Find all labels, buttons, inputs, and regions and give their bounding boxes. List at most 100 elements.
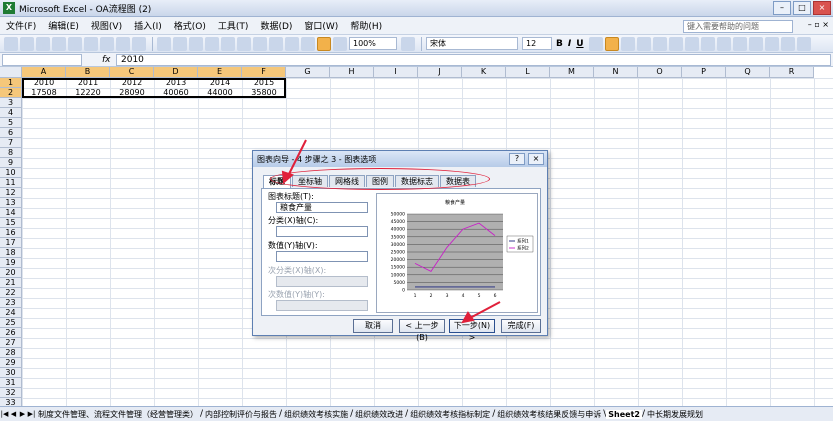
drawing-icon[interactable] [333,36,347,51]
column-header-q[interactable]: Q [726,67,770,78]
column-header-g[interactable]: G [286,67,330,78]
row-header[interactable]: 32 [0,388,22,398]
font-color-icon[interactable] [796,36,811,51]
column-header-r[interactable]: R [770,67,814,78]
sort-desc-icon[interactable] [301,36,315,51]
menu-data[interactable]: 数据(D) [254,19,298,32]
table-cell[interactable]: 17508 [22,88,66,98]
column-header-k[interactable]: K [462,67,506,78]
column-header-o[interactable]: O [638,67,682,78]
menu-view[interactable]: 视图(V) [85,19,128,32]
merge-center-icon[interactable] [636,36,651,51]
menu-help[interactable]: 帮助(H) [344,19,388,32]
align-right-icon[interactable] [620,36,635,51]
row-header[interactable]: 9 [0,158,22,168]
align-left-icon[interactable] [588,36,603,51]
row-header[interactable]: 27 [0,338,22,348]
sheet-tab[interactable]: 组织绩效考核实施 [282,409,350,420]
comma-icon[interactable] [684,36,699,51]
row-header[interactable]: 21 [0,278,22,288]
row-header[interactable]: 18 [0,248,22,258]
table-cell[interactable]: 2011 [66,78,110,88]
table-cell[interactable]: 12220 [66,88,110,98]
menu-tools[interactable]: 工具(T) [212,19,255,32]
redo-icon[interactable] [237,36,251,51]
sheet-tab[interactable]: 内部控制评价与报告 [203,409,279,420]
column-header-p[interactable]: P [682,67,726,78]
row-header[interactable]: 6 [0,128,22,138]
new-icon[interactable] [4,36,18,51]
dialog-close-button[interactable]: × [528,153,544,165]
finish-button[interactable]: 完成(F) [501,319,541,333]
tab-data-table[interactable]: 数据表 [440,175,476,187]
tab-legend[interactable]: 图例 [366,175,394,187]
row-header[interactable]: 19 [0,258,22,268]
increase-decimal-icon[interactable] [700,36,715,51]
minimize-button[interactable]: – [773,1,791,15]
underline-button[interactable]: U [576,39,583,49]
column-header-l[interactable]: L [506,67,550,78]
menu-edit[interactable]: 编辑(E) [42,19,85,32]
row-header[interactable]: 29 [0,358,22,368]
table-cell[interactable]: 44000 [198,88,242,98]
font-select[interactable]: 宋体 [426,37,518,50]
value-y-input[interactable] [276,251,368,262]
row-header[interactable]: 8 [0,148,22,158]
row-header[interactable]: 20 [0,268,22,278]
column-header-i[interactable]: I [374,67,418,78]
row-header[interactable]: 30 [0,368,22,378]
increase-indent-icon[interactable] [748,36,763,51]
font-size-select[interactable]: 12 [522,37,552,50]
menu-file[interactable]: 文件(F) [0,19,42,32]
column-header-h[interactable]: H [330,67,374,78]
row-header[interactable]: 22 [0,288,22,298]
prev-sheet-icon[interactable]: ◀ [9,410,18,418]
chart-wizard-icon[interactable] [317,36,331,51]
percent-icon[interactable] [668,36,683,51]
fill-color-icon[interactable] [780,36,795,51]
secondary-x-input[interactable] [276,276,368,287]
next-sheet-icon[interactable]: ▶ [18,410,27,418]
table-cell[interactable]: 2014 [198,78,242,88]
hyperlink-icon[interactable] [253,36,267,51]
tab-titles[interactable]: 标题 [263,175,291,188]
save-icon[interactable] [36,36,50,51]
column-header-j[interactable]: J [418,67,462,78]
decrease-indent-icon[interactable] [732,36,747,51]
borders-icon[interactable] [764,36,779,51]
permission-icon[interactable] [52,36,66,51]
last-sheet-icon[interactable]: ▶| [27,410,36,418]
print-preview-icon[interactable] [100,36,114,51]
row-header[interactable]: 25 [0,318,22,328]
table-cell[interactable]: 2010 [22,78,66,88]
bold-button[interactable]: B [556,39,563,49]
email-icon[interactable] [68,36,82,51]
row-header[interactable]: 5 [0,118,22,128]
select-all-corner[interactable] [0,67,22,78]
category-x-input[interactable] [276,226,368,237]
align-center-icon[interactable] [604,36,619,51]
table-cell[interactable]: 28090 [110,88,154,98]
fx-icon[interactable]: fx [102,55,116,65]
research-icon[interactable] [132,36,146,51]
help-icon[interactable] [401,36,415,51]
sheet-tab[interactable]: 组织绩效考核指标制定 [408,409,492,420]
menu-format[interactable]: 格式(O) [168,19,212,32]
sheet-tab[interactable]: 组织绩效考核结果反馈与申诉 [495,409,603,420]
cancel-button[interactable]: 取消 [353,319,393,333]
row-header[interactable]: 23 [0,298,22,308]
dialog-help-button[interactable]: ? [509,153,525,165]
column-header-n[interactable]: N [594,67,638,78]
menu-insert[interactable]: 插入(I) [128,19,168,32]
column-header-a[interactable]: A [22,67,66,78]
column-header-e[interactable]: E [198,67,242,78]
row-header[interactable]: 31 [0,378,22,388]
workbook-controls[interactable]: – ▫ × [799,20,829,32]
column-header-m[interactable]: M [550,67,594,78]
row-header[interactable]: 17 [0,238,22,248]
column-header-c[interactable]: C [110,67,154,78]
copy-icon[interactable] [173,36,187,51]
undo-icon[interactable] [221,36,235,51]
currency-icon[interactable] [652,36,667,51]
row-header[interactable]: 16 [0,228,22,238]
